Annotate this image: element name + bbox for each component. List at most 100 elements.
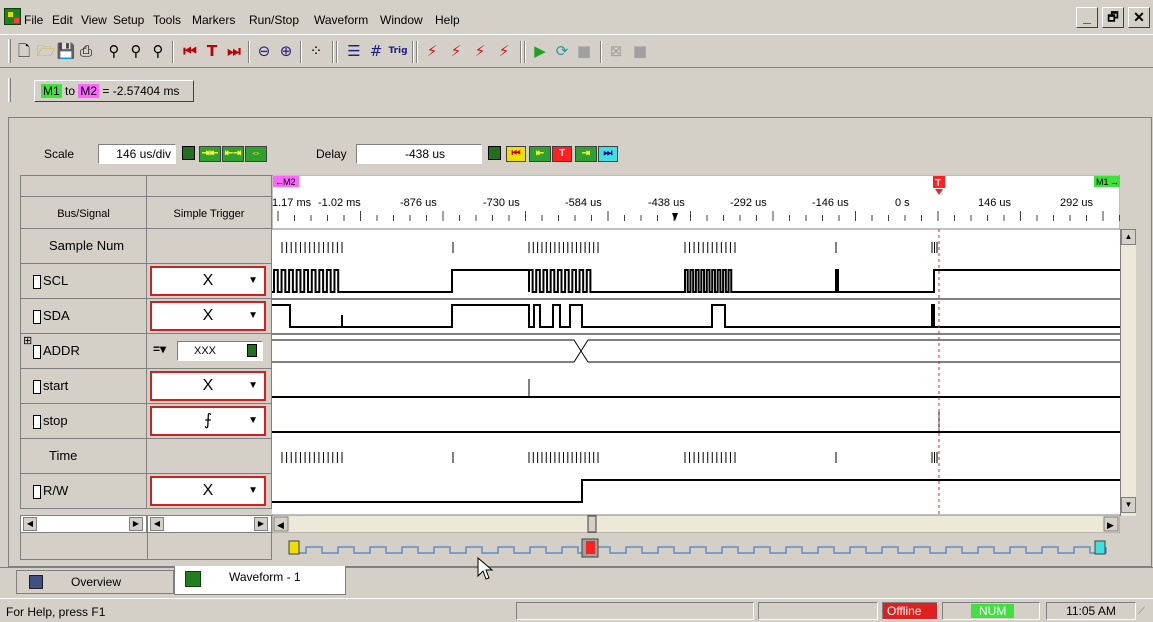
tab-overview[interactable]: Overview [16, 570, 174, 594]
menu-help[interactable]: Help [435, 12, 460, 28]
menu-markers[interactable]: Markers [192, 12, 235, 28]
menu-file[interactable]: File [24, 12, 43, 28]
menu-edit[interactable]: Edit [52, 12, 73, 28]
dropdown-arrow-icon[interactable]: ▼ [248, 373, 258, 399]
calculator-icon[interactable] [247, 344, 257, 357]
halt-icon[interactable]: ■ [630, 41, 650, 61]
trigger-setup-icon[interactable]: Trig [388, 41, 408, 61]
restore-button[interactable]: 🗗 [1102, 7, 1124, 28]
trigger-scrollbar[interactable]: ◀ ▶ [147, 515, 272, 533]
scroll-right-icon[interactable]: ▶ [129, 517, 143, 531]
edge-high-icon[interactable]: ⚡ [470, 41, 490, 61]
signal-row-time[interactable]: Time [20, 439, 147, 474]
signal-row-sample-num[interactable]: Sample Num [20, 229, 147, 264]
zoom-in-icon[interactable]: ⊕ [276, 41, 296, 61]
vertical-scrollbar[interactable]: ▲ ▼ [1120, 229, 1136, 516]
app-icon[interactable] [4, 8, 21, 25]
print-icon[interactable]: ⎙ [76, 41, 96, 61]
cancel-icon[interactable]: ⊠ [606, 41, 626, 61]
go-trigger-icon[interactable]: T [202, 41, 222, 61]
signal-name-scrollbar[interactable]: ◀ ▶ [20, 515, 147, 533]
signal-row-start[interactable]: start [20, 369, 147, 404]
trigger-select-scl[interactable]: X ▼ [150, 266, 266, 296]
delay-calculator-icon[interactable] [488, 146, 501, 160]
hash-icon[interactable]: # [366, 41, 386, 61]
waveform-display[interactable]: 1.17 ms -1.02 ms -876 us -730 us -584 us -438… [272, 175, 1120, 560]
find-icon[interactable]: ⚲ [104, 41, 124, 61]
m1-marker[interactable]: M1 → [1094, 176, 1120, 187]
save-icon[interactable]: 💾 [56, 41, 76, 61]
dropdown-arrow-icon[interactable]: ▼ [248, 408, 258, 434]
simple-trigger-header[interactable]: Simple Trigger [147, 175, 272, 229]
operator-select[interactable]: =▾ [153, 342, 166, 356]
marker-measurement[interactable]: M1 to M2 = -2.57404 ms [34, 80, 194, 102]
close-button[interactable]: ✕ [1128, 7, 1150, 28]
edge-falling-icon[interactable]: ⚡ [446, 41, 466, 61]
size-grip-icon[interactable]: ⟋ [1138, 606, 1145, 617]
delay-end-icon[interactable]: ⏭ [598, 146, 618, 162]
expand-icon[interactable]: ⊞ [23, 334, 32, 347]
find-prev-icon[interactable]: ⚲ [148, 41, 168, 61]
waveform-hscroll[interactable] [272, 514, 1120, 534]
bus-signal-header[interactable]: Bus/Signal [20, 175, 147, 229]
go-end-icon[interactable]: ⏭ [224, 41, 244, 61]
markerbar-grip[interactable] [8, 78, 11, 102]
zoom-fit-scale-icon[interactable]: ⇔ [245, 146, 267, 162]
scroll-up-icon[interactable]: ▲ [1121, 229, 1136, 245]
delay-trigger-icon[interactable]: T [552, 146, 572, 162]
overview-start-marker[interactable] [288, 540, 300, 555]
tab-waveform-1[interactable]: Waveform - 1 [174, 566, 346, 595]
ruler-tick-label: -438 us [648, 197, 685, 209]
go-start-icon[interactable]: ⏮ [180, 41, 200, 61]
overview-end-marker[interactable] [1094, 540, 1106, 555]
menu-window[interactable]: Window [380, 12, 423, 28]
marker-icon[interactable]: ⁘ [306, 41, 326, 61]
scroll-right-icon[interactable]: ▶ [254, 517, 268, 531]
delay-right-icon[interactable]: ⇥ [575, 146, 597, 162]
m2-marker[interactable]: ← M2 [273, 176, 299, 187]
signal-row-stop[interactable]: stop [20, 404, 147, 439]
trigger-select-stop[interactable]: ⨍ ▼ [150, 406, 266, 436]
menu-run-stop[interactable]: Run/Stop [249, 12, 299, 28]
toolbar-grip[interactable] [8, 39, 11, 63]
menu-setup[interactable]: Setup [113, 12, 144, 28]
dropdown-arrow-icon[interactable]: ▼ [248, 303, 258, 329]
trigger-select-r-w[interactable]: X ▼ [150, 476, 266, 506]
signal-row-sda[interactable]: SDA [20, 299, 147, 334]
signal-row-addr[interactable]: ⊞ ADDR [20, 334, 147, 369]
overview-trigger-marker[interactable] [586, 541, 595, 554]
signal-icon [33, 379, 41, 394]
scroll-left-icon[interactable]: ◀ [23, 517, 37, 531]
zoom-out-scale-icon[interactable]: ⇤⇥ [222, 146, 244, 162]
hscroll-thumb[interactable] [587, 515, 597, 533]
calculator-icon[interactable] [182, 146, 195, 160]
menu-waveform[interactable]: Waveform [314, 12, 368, 28]
trigger-cell: X ▼ [147, 264, 272, 299]
trigger-select-sda[interactable]: X ▼ [150, 301, 266, 331]
menu-tools[interactable]: Tools [153, 12, 181, 28]
delay-input[interactable]: -438 us [356, 144, 482, 164]
stop-icon[interactable]: ■ [574, 41, 594, 61]
run-repetitive-icon[interactable]: ⟳ [552, 41, 572, 61]
minimize-button[interactable]: _ [1076, 7, 1098, 28]
zoom-in-scale-icon[interactable]: ⇥⇤ [199, 146, 221, 162]
menu-view[interactable]: View [81, 12, 107, 28]
signal-row-r-w[interactable]: R/W [20, 474, 147, 509]
run-icon[interactable]: ▶ [530, 41, 550, 61]
dropdown-arrow-icon[interactable]: ▼ [248, 268, 258, 294]
bus-icon[interactable]: ☰ [344, 41, 364, 61]
edge-off-icon[interactable]: ⚡ [494, 41, 514, 61]
scroll-left-icon[interactable]: ◀ [150, 517, 164, 531]
scroll-down-icon[interactable]: ▼ [1121, 497, 1136, 513]
trigger-select-start[interactable]: X ▼ [150, 371, 266, 401]
scale-input[interactable]: 146 us/div [98, 144, 176, 164]
find-next-icon[interactable]: ⚲ [126, 41, 146, 61]
signal-row-scl[interactable]: SCL [20, 264, 147, 299]
dropdown-arrow-icon[interactable]: ▼ [248, 478, 258, 504]
delay-start-icon[interactable]: ⏮ [506, 146, 526, 162]
delay-left-icon[interactable]: ⇤ [529, 146, 551, 162]
zoom-out-icon[interactable]: ⊖ [254, 41, 274, 61]
edge-rising-icon[interactable]: ⚡ [422, 41, 442, 61]
new-file-icon[interactable]: 🗋 [14, 41, 34, 61]
open-folder-icon[interactable]: 🗁 [36, 41, 56, 61]
